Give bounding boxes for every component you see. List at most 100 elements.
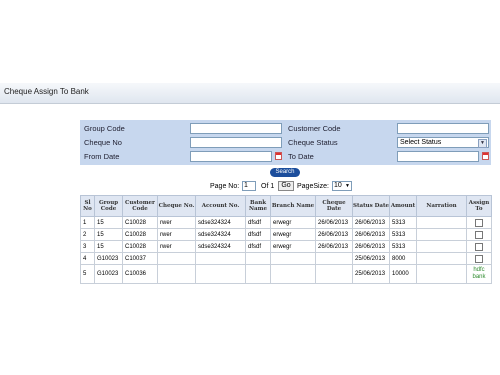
go-button[interactable]: Go [278,181,294,191]
cell-group: 15 [94,216,123,229]
pager: Page No: 1 Of 1 Go PageSize: 10 ▼ [80,181,491,193]
cell-assign [466,252,492,265]
from-date-input[interactable] [190,151,272,162]
cell-customer: C10028 [122,228,158,241]
table-row: 1 15 C10028 rwer sdse324324 dfsdf erwegr… [80,216,492,229]
cell-amount: 5313 [389,216,417,229]
cell-branch: erwegr [270,228,316,241]
page-title: Cheque Assign To Bank [4,87,89,96]
header-amount: Amount [389,195,417,217]
header-account-no: Account No. [195,195,246,217]
search-button[interactable]: Search [270,168,300,177]
cell-assign [466,216,492,229]
table-row: 2 15 C10028 rwer sdse324324 dfsdf erwegr… [80,228,492,241]
assign-checkbox[interactable] [475,242,483,251]
cell-cheque-date [315,252,353,265]
header-bank-name: Bank Name [245,195,271,217]
cell-cheque: rwer [157,216,196,229]
cell-amount: 5313 [389,228,417,241]
filter-row-1: Group Code Customer Code [80,122,491,136]
filter-row-3: From Date To Date [80,150,491,164]
assign-checkbox[interactable] [475,218,483,227]
page-size-select[interactable]: 10 ▼ [332,181,352,191]
cheque-status-value: Select Status [400,139,442,146]
cell-customer: C10028 [122,240,158,253]
cell-status-date: 26/06/2013 [352,228,390,241]
header-assign-to: Assign To [466,195,492,217]
from-date-label: From Date [84,152,120,161]
cheque-no-label: Cheque No [84,138,122,147]
header-cheque-date: Cheque Date [315,195,353,217]
page-size-value: 10 [334,182,342,189]
group-code-label: Group Code [84,124,125,133]
page-size-label: PageSize: [297,183,329,190]
cell-status-date: 26/06/2013 [352,216,390,229]
calendar-icon[interactable] [482,152,489,160]
cell-branch [270,264,316,284]
header-status-date: Status Date [352,195,390,217]
cell-group: G10023 [94,264,123,284]
cell-customer: C10028 [122,216,158,229]
cell-cheque [157,252,196,265]
to-date-input[interactable] [397,151,479,162]
cell-status-date: 25/06/2013 [352,252,390,265]
cell-customer: C10036 [122,264,158,284]
cell-assign [466,228,492,241]
cheque-table: Sl No Group Code Customer Code Cheque No… [80,195,492,284]
customer-code-label: Customer Code [288,124,341,133]
cell-sl: 2 [80,228,95,241]
assigned-bank-text: hdfc bank [472,267,486,280]
cell-account: sdse324324 [195,228,246,241]
cheque-status-select[interactable]: Select Status ▼ [397,137,489,148]
cell-bank [245,252,271,265]
page-of-label: Of 1 [261,183,275,190]
cell-cheque: rwer [157,228,196,241]
table-row: 4 G10023 C10037 25/06/2013 8000 [80,252,492,265]
cell-group: G10023 [94,252,123,265]
cell-branch [270,252,316,265]
cell-narration [416,228,467,241]
header-sl-no: Sl No [80,195,95,217]
cell-sl: 3 [80,240,95,253]
cell-account: sdse324324 [195,216,246,229]
customer-code-input[interactable] [397,123,489,134]
cell-status-date: 26/06/2013 [352,240,390,253]
cell-group: 15 [94,228,123,241]
cell-cheque-date: 26/06/2013 [315,216,353,229]
cell-narration [416,264,467,284]
cell-sl: 5 [80,264,95,284]
cell-cheque-date: 26/06/2013 [315,240,353,253]
cell-amount: 5313 [389,240,417,253]
cell-amount: 10000 [389,264,417,284]
cell-sl: 4 [80,252,95,265]
group-code-input[interactable] [190,123,282,134]
cell-cheque [157,264,196,284]
cell-customer: C10037 [122,252,158,265]
filter-row-2: Cheque No Cheque Status Select Status ▼ [80,136,491,150]
cell-narration [416,240,467,253]
header-narration: Narration [416,195,467,217]
cell-cheque-date: 26/06/2013 [315,228,353,241]
table-header-row: Sl No Group Code Customer Code Cheque No… [80,195,492,217]
header-branch-name: Branch Name [270,195,316,217]
cell-assign [466,240,492,253]
cheque-no-input[interactable] [190,137,282,148]
cell-branch: erwegr [270,240,316,253]
page-no-label: Page No: [210,183,240,190]
page-no-input[interactable]: 1 [242,181,256,191]
cell-bank: dfsdf [245,228,271,241]
filter-panel: Group Code Customer Code Cheque No Chequ… [80,120,491,165]
table-row: 3 15 C10028 rwer sdse324324 dfsdf erwegr… [80,240,492,253]
cell-status-date: 25/06/2013 [352,264,390,284]
assign-checkbox[interactable] [475,254,483,263]
cell-branch: erwegr [270,216,316,229]
cell-cheque: rwer [157,240,196,253]
header-customer-code: Customer Code [122,195,158,217]
cell-sl: 1 [80,216,95,229]
cell-narration [416,252,467,265]
assign-checkbox[interactable] [475,230,483,239]
cell-bank [245,264,271,284]
cell-account [195,264,246,284]
calendar-icon[interactable] [275,152,282,160]
chevron-down-icon: ▼ [345,183,350,189]
